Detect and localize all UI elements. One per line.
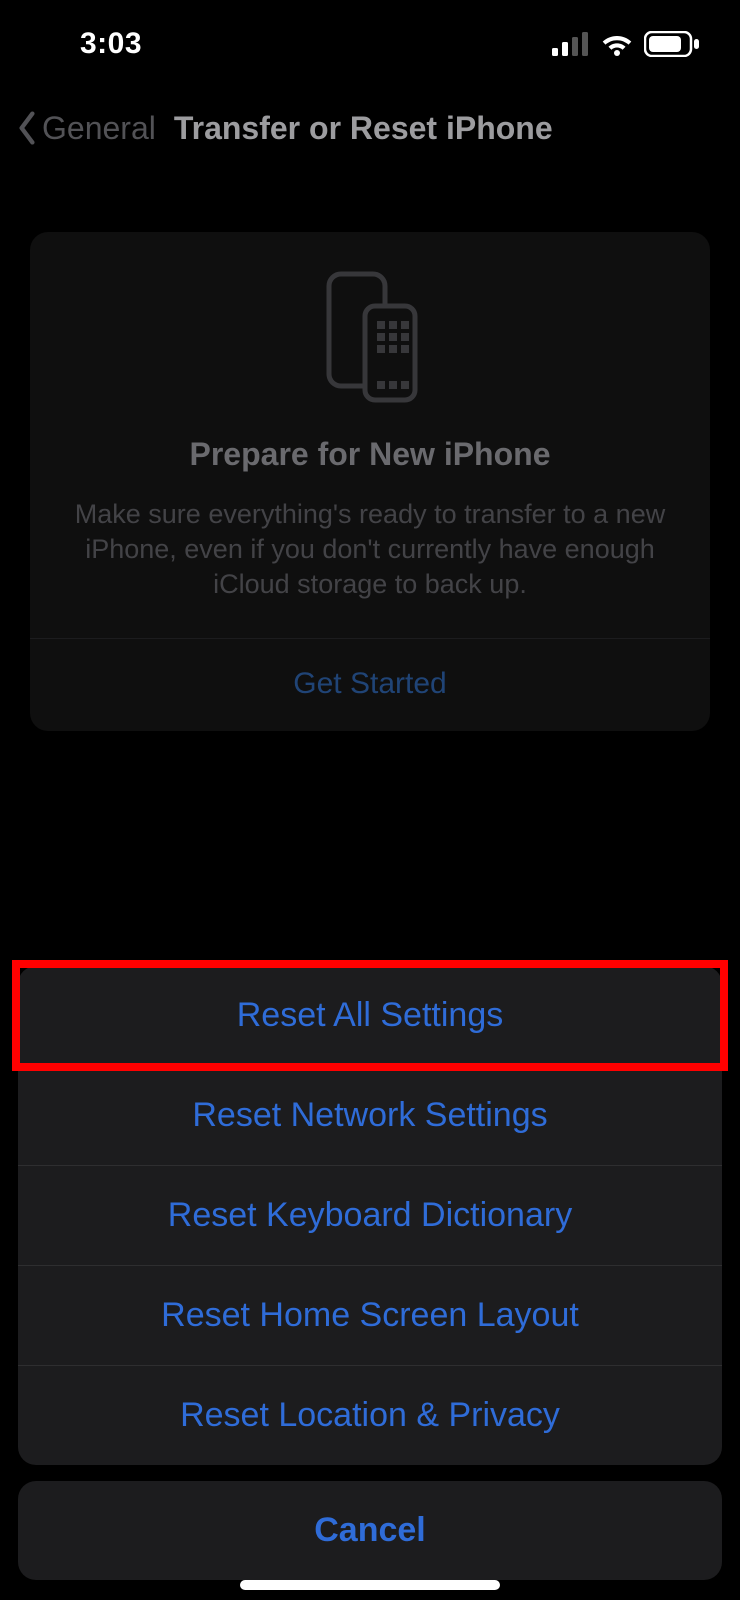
prepare-card: Prepare for New iPhone Make sure everyth…: [30, 232, 710, 731]
reset-all-settings-button[interactable]: Reset All Settings: [18, 966, 722, 1065]
action-sheet: Reset All Settings Reset Network Setting…: [18, 966, 722, 1580]
get-started-button[interactable]: Get Started: [30, 639, 710, 731]
reset-network-settings-button[interactable]: Reset Network Settings: [18, 1065, 722, 1165]
battery-icon: [644, 31, 700, 57]
devices-icon: [30, 266, 710, 406]
reset-home-screen-layout-button[interactable]: Reset Home Screen Layout: [18, 1265, 722, 1365]
status-bar: 3:03: [0, 0, 740, 88]
chevron-left-icon: [16, 110, 38, 146]
back-button[interactable]: General: [16, 110, 156, 147]
screen: General Transfer or Reset iPhone Prepare…: [0, 0, 740, 1600]
reset-keyboard-dictionary-button[interactable]: Reset Keyboard Dictionary: [18, 1165, 722, 1265]
reset-location-privacy-button[interactable]: Reset Location & Privacy: [18, 1365, 722, 1465]
cancel-button[interactable]: Cancel: [18, 1481, 722, 1580]
cellular-icon: [552, 32, 590, 56]
wifi-icon: [600, 32, 634, 56]
prepare-description: Make sure everything's ready to transfer…: [30, 497, 710, 638]
back-label: General: [42, 110, 156, 147]
nav-title: Transfer or Reset iPhone: [174, 110, 553, 147]
nav-header: General Transfer or Reset iPhone: [0, 96, 740, 160]
sheet-group: Reset All Settings Reset Network Setting…: [18, 966, 722, 1465]
prepare-title: Prepare for New iPhone: [30, 436, 710, 473]
status-time: 3:03: [80, 27, 142, 61]
home-indicator[interactable]: [240, 1580, 500, 1590]
